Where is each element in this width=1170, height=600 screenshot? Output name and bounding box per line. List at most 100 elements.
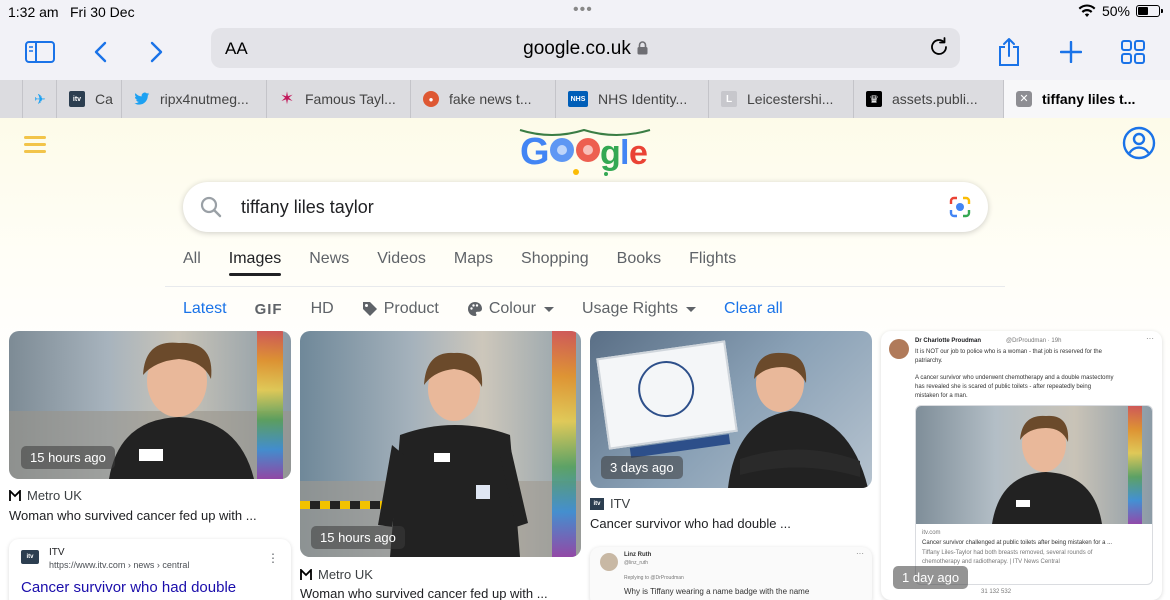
tweet-line-5: mistaken for a man.	[915, 393, 968, 399]
url-display: google.co.uk	[211, 38, 960, 61]
battery-icon	[1136, 5, 1163, 17]
result-1-title[interactable]: Woman who survived cancer fed up with ..…	[9, 508, 257, 523]
tab-maps[interactable]: Maps	[454, 250, 493, 276]
pin-favicon-icon: ✈	[34, 90, 46, 107]
tab-active-search[interactable]: ✕ tiffany liles t...	[1003, 80, 1170, 118]
tab-flights[interactable]: Flights	[689, 250, 736, 276]
close-tab-icon[interactable]: ✕	[1016, 91, 1032, 107]
avatar	[600, 553, 618, 571]
tab-news[interactable]: News	[309, 250, 349, 276]
chevron-down-icon	[686, 306, 697, 312]
svg-text:g: g	[600, 134, 621, 172]
reload-button[interactable]	[928, 36, 950, 63]
image-result-2[interactable]: 15 hours ago	[300, 331, 581, 557]
tab-shopping[interactable]: Shopping	[521, 250, 589, 276]
tweet-handle: @DrProudman · 19h	[1006, 338, 1062, 344]
tab-pinned[interactable]: ✈	[22, 80, 56, 118]
clear-all-button[interactable]: Clear all	[724, 300, 783, 318]
source-name: Metro UK	[318, 567, 373, 582]
tab-label: fake news t...	[449, 91, 532, 107]
google-lens-button[interactable]	[948, 195, 972, 224]
snippet-url: https://www.itv.com › news › central	[49, 560, 190, 570]
metro-favicon-icon	[9, 489, 21, 502]
snippet-site: ITV	[49, 547, 65, 558]
tab-nhs[interactable]: NHS NHS Identity...	[555, 80, 708, 118]
filter-gif[interactable]: GIF	[255, 301, 283, 318]
google-results-page: G g l e tiffany liles taylor All Images …	[0, 118, 1170, 600]
tab-all[interactable]: All	[183, 250, 201, 276]
link-site: itv.com	[922, 530, 941, 536]
snippet-title-link[interactable]: Cancer survivor who had double	[21, 579, 236, 596]
duckduckgo-favicon-icon: ●	[423, 91, 439, 107]
tab-videos[interactable]: Videos	[377, 250, 426, 276]
tab-leicestershire[interactable]: L Leicestershi...	[708, 80, 853, 118]
tab-label: Ca	[95, 91, 113, 107]
account-button[interactable]	[1122, 126, 1156, 165]
tweet-author: Linz Ruth	[624, 552, 652, 558]
time-badge: 3 days ago	[601, 456, 683, 479]
forward-button[interactable]	[139, 34, 175, 70]
tab-fake-news[interactable]: ● fake news t...	[410, 80, 555, 118]
sidebar-toggle-button[interactable]	[22, 34, 58, 70]
image-result-4[interactable]: Dr Charlotte Proudman @DrProudman · 19h …	[881, 331, 1162, 600]
multitasking-dots[interactable]: •••	[573, 1, 593, 19]
battery-percent: 50%	[1101, 3, 1130, 19]
tweet-image-result[interactable]: Linz Ruth @linz_ruth Replying to @DrProu…	[590, 547, 872, 600]
tab-label: Leicestershi...	[747, 91, 834, 107]
plus-icon	[1060, 41, 1082, 63]
search-box[interactable]: tiffany liles taylor	[183, 182, 988, 232]
more-options-icon: ···	[856, 549, 864, 558]
lock-icon	[637, 39, 648, 61]
time-badge: 1 day ago	[893, 566, 969, 589]
tweet-reply-to: Replying to @DrProudman	[624, 575, 684, 581]
result-2-title[interactable]: Woman who survived cancer fed up with ..…	[300, 586, 548, 600]
filter-hd[interactable]: HD	[311, 300, 334, 318]
result-3-title[interactable]: Cancer survivor who had double ...	[590, 516, 791, 531]
wifi-icon	[1078, 4, 1096, 17]
share-icon	[999, 38, 1019, 66]
tab-edge	[0, 80, 22, 118]
tab-famous[interactable]: ✶ Famous Tayl...	[266, 80, 410, 118]
filter-product[interactable]: Product	[362, 300, 439, 318]
result-2-source[interactable]: Metro UK	[300, 567, 373, 582]
tab-assets[interactable]: ♛ assets.publi...	[853, 80, 1003, 118]
share-button[interactable]	[991, 34, 1027, 70]
google-doodle-logo[interactable]: G g l e	[518, 122, 652, 178]
tab-images[interactable]: Images	[228, 250, 282, 276]
image-result-1[interactable]: 15 hours ago	[9, 331, 291, 479]
filter-colour[interactable]: Colour	[467, 300, 554, 318]
search-icon[interactable]	[199, 195, 223, 224]
filter-latest[interactable]: Latest	[183, 300, 227, 318]
tweet-text: Why is Tiffany wearing a name badge with…	[624, 587, 810, 596]
address-bar[interactable]: AA google.co.uk	[211, 28, 960, 68]
tab-label: ripx4nutmeg...	[160, 91, 249, 107]
result-1-source[interactable]: Metro UK	[9, 488, 82, 503]
chevron-left-icon	[94, 41, 107, 63]
tweet-author: Dr Charlotte Proudman	[915, 338, 982, 344]
account-circle-icon	[1122, 126, 1156, 160]
search-query[interactable]: tiffany liles taylor	[241, 197, 374, 218]
infirmary-sign	[596, 340, 738, 450]
letter-l-favicon-icon: L	[721, 91, 737, 107]
person-figure	[109, 342, 254, 479]
tab-twitter[interactable]: ripx4nutmeg...	[121, 80, 266, 118]
chevron-down-icon	[543, 306, 554, 312]
tweet-line-4: has revealed she is scared of public toi…	[915, 384, 1092, 390]
grid-icon	[1121, 40, 1145, 64]
new-tab-button[interactable]	[1053, 34, 1089, 70]
menu-button[interactable]	[24, 136, 46, 157]
itv-favicon-icon: itv	[69, 91, 85, 107]
more-options-icon[interactable]: ⋮	[267, 551, 279, 565]
tab-books[interactable]: Books	[617, 250, 661, 276]
tag-icon	[362, 302, 377, 316]
filter-usage-rights[interactable]: Usage Rights	[582, 300, 697, 318]
tab-overview-button[interactable]	[1115, 34, 1151, 70]
back-button[interactable]	[82, 34, 118, 70]
nhs-favicon-icon: NHS	[568, 91, 588, 107]
battery-level	[1138, 7, 1148, 15]
itv-web-result-card[interactable]: itv ITV https://www.itv.com › news › cen…	[9, 539, 291, 600]
image-result-3[interactable]: 3 days ago	[590, 331, 872, 488]
tab-itv[interactable]: itv Ca	[56, 80, 121, 118]
result-3-source[interactable]: itv ITV	[590, 496, 630, 511]
tweet-line-3: A cancer survivor who underwent chemothe…	[915, 375, 1114, 381]
